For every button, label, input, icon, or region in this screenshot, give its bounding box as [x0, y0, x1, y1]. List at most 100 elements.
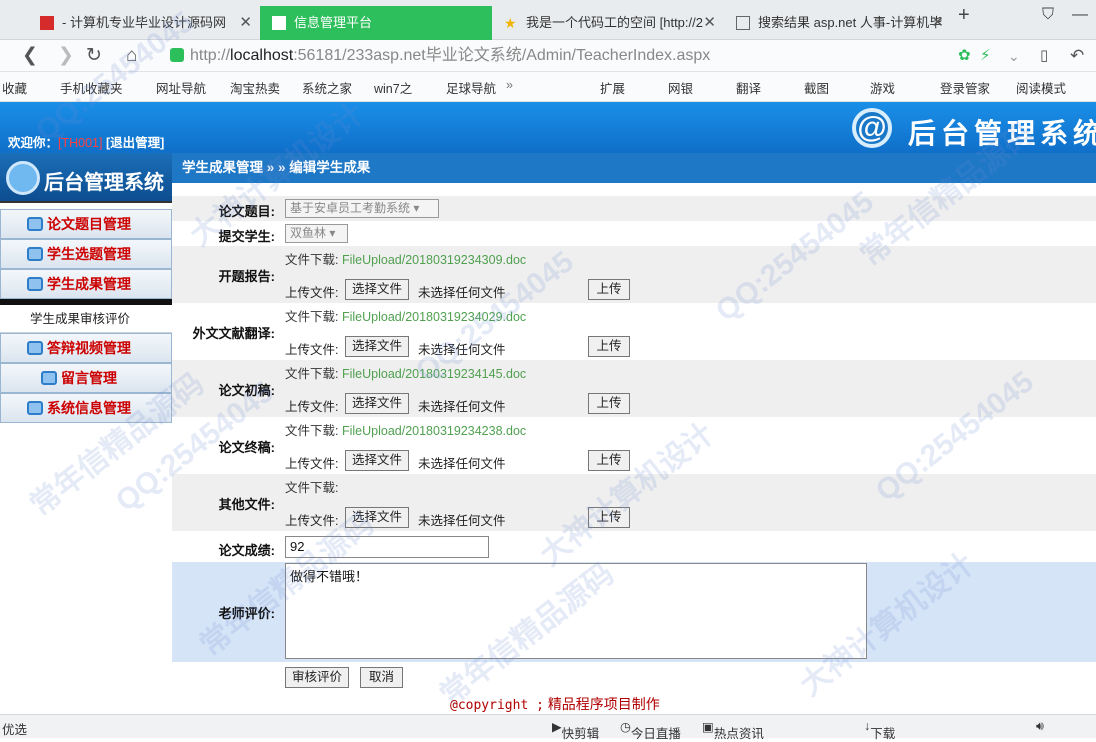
bookmark-item[interactable]: 足球导航	[446, 78, 496, 97]
bookmark-item[interactable]: 淘宝热卖	[230, 78, 280, 97]
monitor-icon	[27, 401, 43, 415]
sidebar-item-label: 系统信息管理	[47, 400, 131, 416]
sidebar-item-selection[interactable]: 学生选题管理	[0, 239, 172, 269]
cancel-button[interactable]: 取消	[360, 667, 404, 688]
file-link[interactable]: FileUpload/20180319234145.doc	[342, 367, 526, 381]
monitor-icon	[27, 217, 43, 231]
choose-file-button[interactable]: 选择文件	[345, 279, 410, 300]
sidebar-item-label: 学生选题管理	[47, 246, 131, 262]
toolbar-item[interactable]: 扩展	[600, 78, 625, 97]
submit-review-button[interactable]: 审核评价	[285, 667, 350, 688]
minimize-icon[interactable]: —	[1072, 6, 1088, 24]
bookmark-item[interactable]: win7之	[374, 78, 412, 97]
undo-icon[interactable]: ↶	[1070, 44, 1084, 68]
bookmark-item[interactable]: 收藏	[2, 78, 27, 97]
download-line: 文件下载: FileUpload/20180319234309.doc	[285, 249, 526, 268]
reload-icon[interactable]: ↻	[86, 44, 102, 68]
home-icon[interactable]: ⌂	[126, 44, 137, 68]
close-icon[interactable]: ✕	[239, 6, 252, 40]
close-icon[interactable]: ✕	[703, 6, 716, 40]
forward-icon[interactable]: ❯	[58, 44, 74, 68]
sidebar-item-video[interactable]: 答辩视频管理	[0, 333, 172, 363]
sidebar-subitem-review[interactable]: 学生成果审核评价	[0, 305, 172, 333]
bookmark-more[interactable]: »	[506, 78, 513, 92]
breadcrumb: 学生成果管理 » » 编辑学生成果	[172, 153, 1096, 183]
tab-2[interactable]: 信息管理平台	[260, 6, 492, 40]
bookmark-item[interactable]: 系统之家	[302, 78, 352, 97]
upload-button[interactable]: 上传	[588, 279, 630, 300]
logout-link[interactable]: [退出管理]	[106, 136, 164, 150]
sidebar-header: 后台管理系统	[0, 153, 172, 203]
tab-3[interactable]: ★ 我是一个代码工的空间 [http://2 ✕	[492, 6, 724, 40]
student-value: 双鱼林	[290, 226, 327, 240]
file-link[interactable]: FileUpload/20180319234309.doc	[342, 253, 526, 267]
upload-button[interactable]: 上传	[588, 393, 630, 414]
choose-file-button[interactable]: 选择文件	[345, 507, 410, 528]
form-row-file: 论文终稿: 文件下载: FileUpload/20180319234238.do…	[172, 417, 1096, 474]
copyright-text: @copyright ;	[450, 698, 544, 713]
gear-icon	[6, 161, 40, 195]
upload-button[interactable]: 上传	[588, 336, 630, 357]
sidebar-item-system[interactable]: 系统信息管理	[0, 393, 172, 423]
choose-file-button[interactable]: 选择文件	[345, 336, 410, 357]
upload-button[interactable]: 上传	[588, 507, 630, 528]
file-state: 未选择任何文件	[418, 400, 506, 414]
lightning-icon[interactable]: ⚡	[980, 44, 991, 68]
tab-1[interactable]: - 计算机专业毕业设计源码网 ✕	[28, 6, 260, 40]
phone-icon[interactable]: ▯	[1040, 44, 1048, 68]
form-row-comment: 老师评价: 做得不错哦！	[172, 562, 1096, 662]
download-label: 文件下载:	[285, 310, 339, 324]
form-row-student: 提交学生: 双鱼林 ▾	[172, 221, 1096, 246]
file-label: 其他文件:	[218, 497, 275, 512]
upload-label: 上传文件:	[285, 457, 339, 471]
file-link[interactable]: FileUpload/20180319234029.doc	[342, 310, 526, 324]
welcome-line: 欢迎你：[TH001] [退出管理]	[8, 132, 164, 151]
favicon-icon	[40, 16, 54, 30]
comment-textarea[interactable]: 做得不错哦！	[285, 563, 867, 659]
close-icon[interactable]: ✕	[931, 6, 944, 40]
tab-4[interactable]: 搜索结果 asp.net 人事-计算机毕 ✕	[724, 6, 952, 40]
topic-select[interactable]: 基于安卓员工考勤系统 ▾	[285, 199, 439, 218]
tab-title: - 计算机专业毕业设计源码网	[62, 15, 226, 30]
form-row-score: 论文成绩: 92	[172, 531, 1096, 562]
page-icon	[272, 16, 286, 30]
score-input[interactable]: 92	[285, 536, 489, 558]
status-item[interactable]: ▣ 热点资讯	[702, 719, 764, 741]
monitor-icon	[41, 371, 57, 385]
back-icon[interactable]: ❮	[22, 44, 38, 68]
choose-file-button[interactable]: 选择文件	[345, 393, 410, 414]
student-select[interactable]: 双鱼林 ▾	[285, 224, 348, 243]
form-row-file: 论文初稿: 文件下载: FileUpload/20180319234145.do…	[172, 360, 1096, 417]
sidebar-item-label: 学生成果管理	[47, 276, 131, 292]
bookmark-item[interactable]: 网址导航	[156, 78, 206, 97]
sidebar-item-results[interactable]: 学生成果管理	[0, 269, 172, 299]
sidebar-item-topics[interactable]: 论文题目管理	[0, 209, 172, 239]
status-item[interactable]: ◷ 今日直播	[620, 719, 681, 741]
toolbar-item[interactable]: 截图	[804, 78, 829, 97]
volume-icon[interactable]: 🔊︎	[1036, 719, 1044, 734]
toolbar-item[interactable]: 翻译	[736, 78, 761, 97]
extension-icon[interactable]: ✿	[958, 44, 971, 68]
choose-file-button[interactable]: 选择文件	[345, 450, 410, 471]
sidebar-item-messages[interactable]: 留言管理	[0, 363, 172, 393]
file-state: 未选择任何文件	[418, 457, 506, 471]
url-field[interactable]: http://localhost:56181/233asp.net毕业论文系统/…	[190, 43, 970, 69]
toolbar-item[interactable]: 登录管家	[940, 78, 990, 97]
toolbar-item[interactable]: 游戏	[870, 78, 895, 97]
bookmark-item[interactable]: 手机收藏夹	[60, 78, 123, 97]
upload-button[interactable]: 上传	[588, 450, 630, 471]
new-tab-button[interactable]: +	[958, 4, 970, 27]
tab-title: 搜索结果 asp.net 人事-计算机毕	[758, 15, 943, 30]
form-row-file: 其他文件: 文件下载: 上传文件: 选择文件 未选择任何文件 上传	[172, 474, 1096, 531]
skin-icon[interactable]: ⛉	[1042, 6, 1054, 24]
toolbar-item[interactable]: 阅读模式	[1016, 78, 1066, 97]
status-item-label: 下载	[870, 727, 896, 741]
chevron-down-icon[interactable]: ⌄	[1008, 44, 1020, 68]
status-item[interactable]: ↓ 下载	[864, 719, 895, 741]
file-state: 未选择任何文件	[418, 286, 506, 300]
toolbar-item[interactable]: 网银	[668, 78, 693, 97]
file-link[interactable]: FileUpload/20180319234238.doc	[342, 424, 526, 438]
status-item[interactable]: ▶ 快剪辑	[552, 719, 599, 741]
url-host: localhost	[230, 47, 294, 64]
file-label: 开题报告:	[218, 269, 275, 284]
